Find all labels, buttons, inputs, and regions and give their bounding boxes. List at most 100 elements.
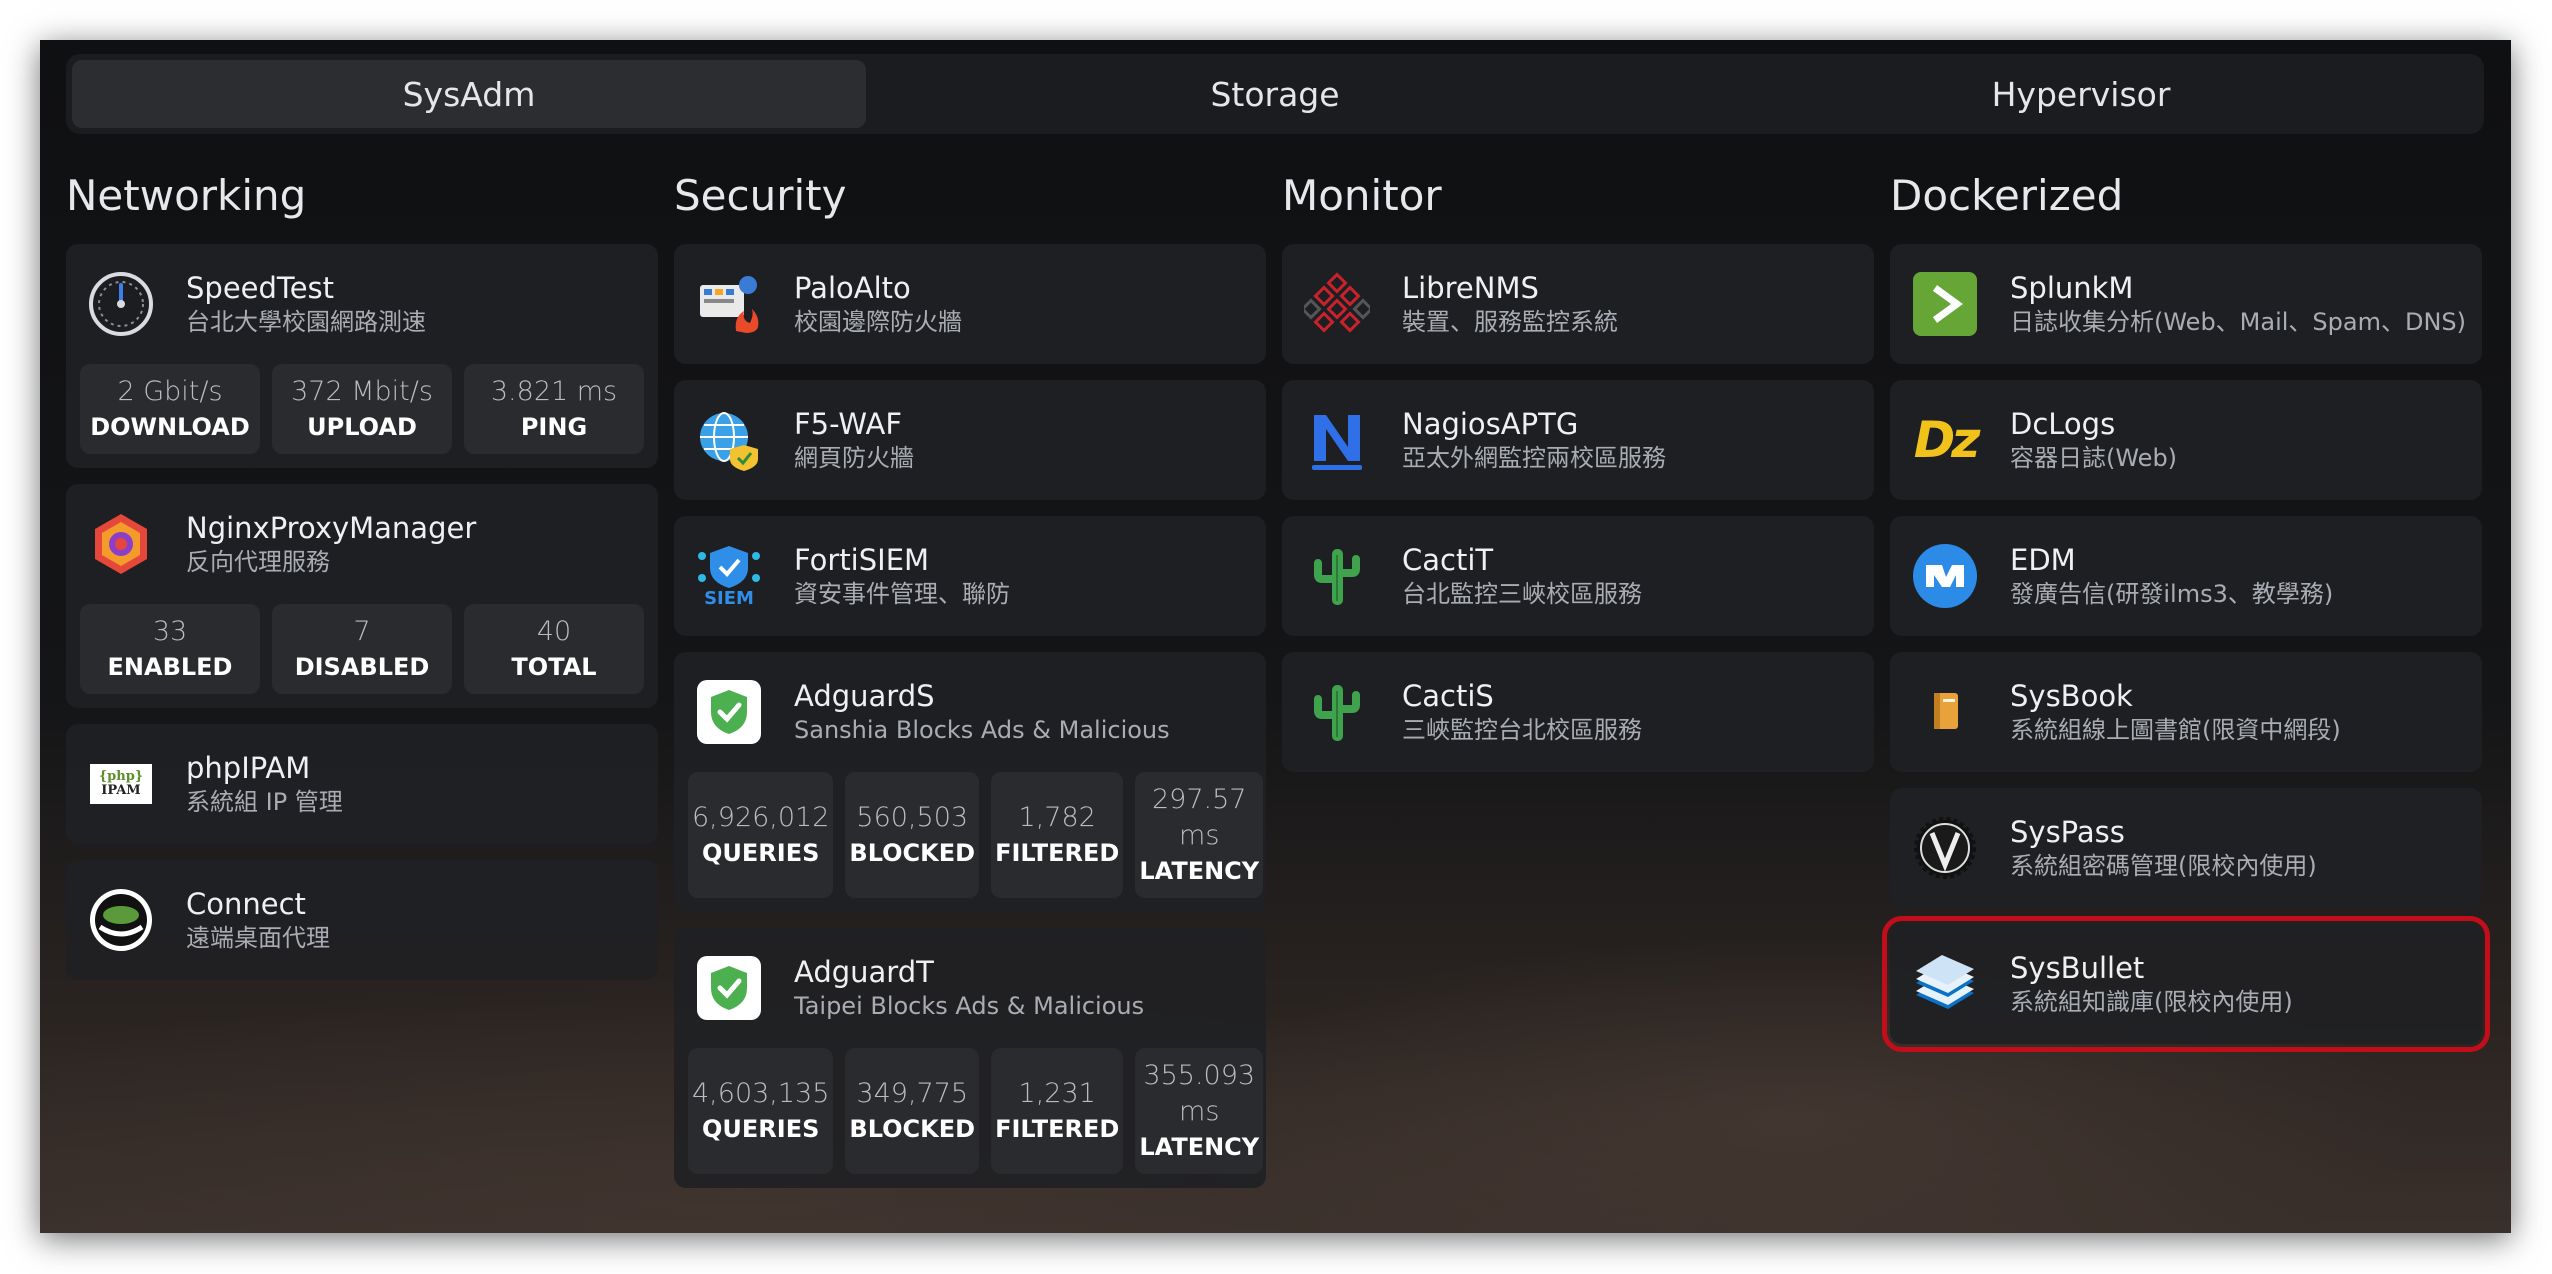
stat-value: 6,926,012 <box>692 802 830 833</box>
stat-value: 355.093 ms <box>1143 1060 1256 1127</box>
service-stats: 4,603,135 QUERIES 349,775 BLOCKED 1,231 FIL… <box>674 1048 1266 1188</box>
bookstack-icon <box>1912 951 1978 1017</box>
service-card-fortisiem[interactable]: SIEM FortiSIEM 資安事件管理、聯防 <box>674 516 1266 636</box>
stat-label: TOTAL <box>511 653 597 681</box>
stat-label: BLOCKED <box>849 839 976 867</box>
networking-column: Networking SpeedTest 台北大學校園網路測速 2 Gbit/s… <box>66 160 658 996</box>
service-name: DcLogs <box>2010 407 2116 441</box>
service-card-syspass[interactable]: SysPass 系統組密碼管理(限校內使用) <box>1890 788 2482 908</box>
nagios-icon <box>1304 407 1370 473</box>
service-description: Taipei Blocks Ads & Malicious <box>794 992 1145 1020</box>
siem-icon: SIEM <box>696 543 762 609</box>
cactus-icon <box>1304 543 1370 609</box>
service-name: NginxProxyManager <box>186 511 477 545</box>
service-card-adguardt[interactable]: AdguardT Taipei Blocks Ads & Malicious 4… <box>674 928 1266 1188</box>
service-card-phpipam[interactable]: {php} IPAM phpIPAM 系統組 IP 管理 <box>66 724 658 844</box>
service-name: AdguardS <box>794 679 935 713</box>
service-description: 日誌收集分析(Web、Mail、Spam、DNS) <box>2010 308 2467 336</box>
stat-label: LATENCY <box>1139 857 1260 885</box>
firewall-icon <box>696 271 762 337</box>
stat-download: 2 Gbit/s DOWNLOAD <box>80 364 260 454</box>
stat-value: 33 <box>152 616 188 647</box>
stat-value: 2 Gbit/s <box>117 376 223 407</box>
stat-label: PING <box>520 413 588 441</box>
adguard-icon <box>696 955 762 1021</box>
stat-value: 560,503 <box>856 802 969 833</box>
stat-label: QUERIES <box>702 1115 820 1143</box>
speedometer-icon <box>88 271 154 337</box>
dockerized-column: Dockerized SplunkM 日誌收集分析(Web、Mail、Spam、… <box>1882 160 2490 1060</box>
service-name: SysPass <box>2010 815 2125 849</box>
service-description: 系統組密碼管理(限校內使用) <box>2010 852 2317 880</box>
service-name: FortiSIEM <box>794 543 930 577</box>
stat-total: 40 TOTAL <box>464 604 644 694</box>
phpipam-icon: {php} IPAM <box>88 751 154 817</box>
siem-icon-label: SIEM <box>704 588 754 609</box>
service-card-speedtest[interactable]: SpeedTest 台北大學校園網路測速 2 Gbit/s DOWNLOAD 37… <box>66 244 658 468</box>
stat-disabled: 7 DISABLED <box>272 604 452 694</box>
service-card-paloalto[interactable]: PaloAlto 校園邊際防火牆 <box>674 244 1266 364</box>
stat-blocked: 560,503 BLOCKED <box>845 772 980 898</box>
service-description: 台北大學校園網路測速 <box>186 308 426 336</box>
service-description: 系統組線上圖書館(限資中網段) <box>2010 716 2341 744</box>
service-name: CactiT <box>1402 543 1494 577</box>
service-card-edm[interactable]: EDM 發廣告信(研發ilms3、教學務) <box>1890 516 2482 636</box>
tab-sysadm[interactable]: SysAdm <box>72 60 866 128</box>
service-card-splunkm[interactable]: SplunkM 日誌收集分析(Web、Mail、Spam、DNS) <box>1890 244 2482 364</box>
stat-value: 4,603,135 <box>692 1078 830 1109</box>
service-card-librenms[interactable]: LibreNMS 裝置、服務監控系統 <box>1282 244 1874 364</box>
stat-value: 40 <box>536 616 572 647</box>
security-column: Security PaloAlto 校園邊際防火牆 F5-WAF 網頁防火牆 S… <box>674 160 1266 1204</box>
stat-ping: 3.821 ms PING <box>464 364 644 454</box>
stat-label: BLOCKED <box>849 1115 976 1143</box>
service-card-f5-waf[interactable]: F5-WAF 網頁防火牆 <box>674 380 1266 500</box>
librenms-icon <box>1304 271 1370 337</box>
service-card-connect[interactable]: Connect 遠端桌面代理 <box>66 860 658 980</box>
stat-label: QUERIES <box>702 839 820 867</box>
service-name: AdguardT <box>794 955 934 989</box>
service-name: SplunkM <box>2010 271 2134 305</box>
book-icon <box>1912 679 1978 745</box>
service-description: Sanshia Blocks Ads & Malicious <box>794 716 1170 744</box>
service-name: F5-WAF <box>794 407 903 441</box>
section-title: Dockerized <box>1890 171 2124 220</box>
service-name: NagiosAPTG <box>1402 407 1579 441</box>
service-description: 系統組 IP 管理 <box>186 788 343 816</box>
service-description: 三峽監控台北校區服務 <box>1402 716 1642 744</box>
app-window: SysAdm Storage Hypervisor Networking Spe… <box>40 40 2511 1233</box>
service-description: 資安事件管理、聯防 <box>794 580 1010 608</box>
tab-storage[interactable]: Storage <box>878 60 1672 128</box>
service-card-adguards[interactable]: AdguardS Sanshia Blocks Ads & Malicious … <box>674 652 1266 912</box>
stat-blocked: 349,775 BLOCKED <box>845 1048 980 1174</box>
service-card-sysbullet[interactable]: SysBullet 系統組知識庫(限校內使用) <box>1882 916 2490 1052</box>
service-card-nagiosaptg[interactable]: NagiosAPTG 亞太外網監控兩校區服務 <box>1282 380 1874 500</box>
stat-label: LATENCY <box>1139 1133 1260 1161</box>
stat-upload: 372 Mbit/s UPLOAD <box>272 364 452 454</box>
stat-label: ENABLED <box>107 653 233 681</box>
stat-enabled: 33 ENABLED <box>80 604 260 694</box>
service-description: 發廣告信(研發ilms3、教學務) <box>2010 580 2334 608</box>
section-title: Monitor <box>1282 171 1442 220</box>
service-card-dclogs[interactable]: Dz DcLogs 容器日誌(Web) <box>1890 380 2482 500</box>
stat-label: UPLOAD <box>307 413 417 441</box>
stat-latency: 355.093 ms LATENCY <box>1135 1048 1264 1174</box>
service-name: phpIPAM <box>186 751 311 785</box>
dozzle-icon: Dz <box>1912 407 1981 473</box>
service-description: 反向代理服務 <box>186 548 330 576</box>
service-name: Connect <box>186 887 306 921</box>
service-card-cactit[interactable]: CactiT 台北監控三峽校區服務 <box>1282 516 1874 636</box>
stat-value: 372 Mbit/s <box>291 376 433 407</box>
service-name: PaloAlto <box>794 271 911 305</box>
stat-queries: 4,603,135 QUERIES <box>688 1048 834 1174</box>
service-card-nginxproxymanager[interactable]: NginxProxyManager 反向代理服務 33 ENABLED 7 DISA… <box>66 484 658 708</box>
stat-value: 349,775 <box>856 1078 969 1109</box>
service-description: 台北監控三峽校區服務 <box>1402 580 1642 608</box>
service-name: CactiS <box>1402 679 1494 713</box>
service-card-sysbook[interactable]: SysBook 系統組線上圖書館(限資中網段) <box>1890 652 2482 772</box>
tab-hypervisor[interactable]: Hypervisor <box>1684 60 2478 128</box>
stat-value: 7 <box>353 616 371 647</box>
splunk-icon <box>1912 271 1978 337</box>
service-card-cactis[interactable]: CactiS 三峽監控台北校區服務 <box>1282 652 1874 772</box>
stat-value: 1,782 <box>1018 802 1096 833</box>
service-name: SpeedTest <box>186 271 335 305</box>
